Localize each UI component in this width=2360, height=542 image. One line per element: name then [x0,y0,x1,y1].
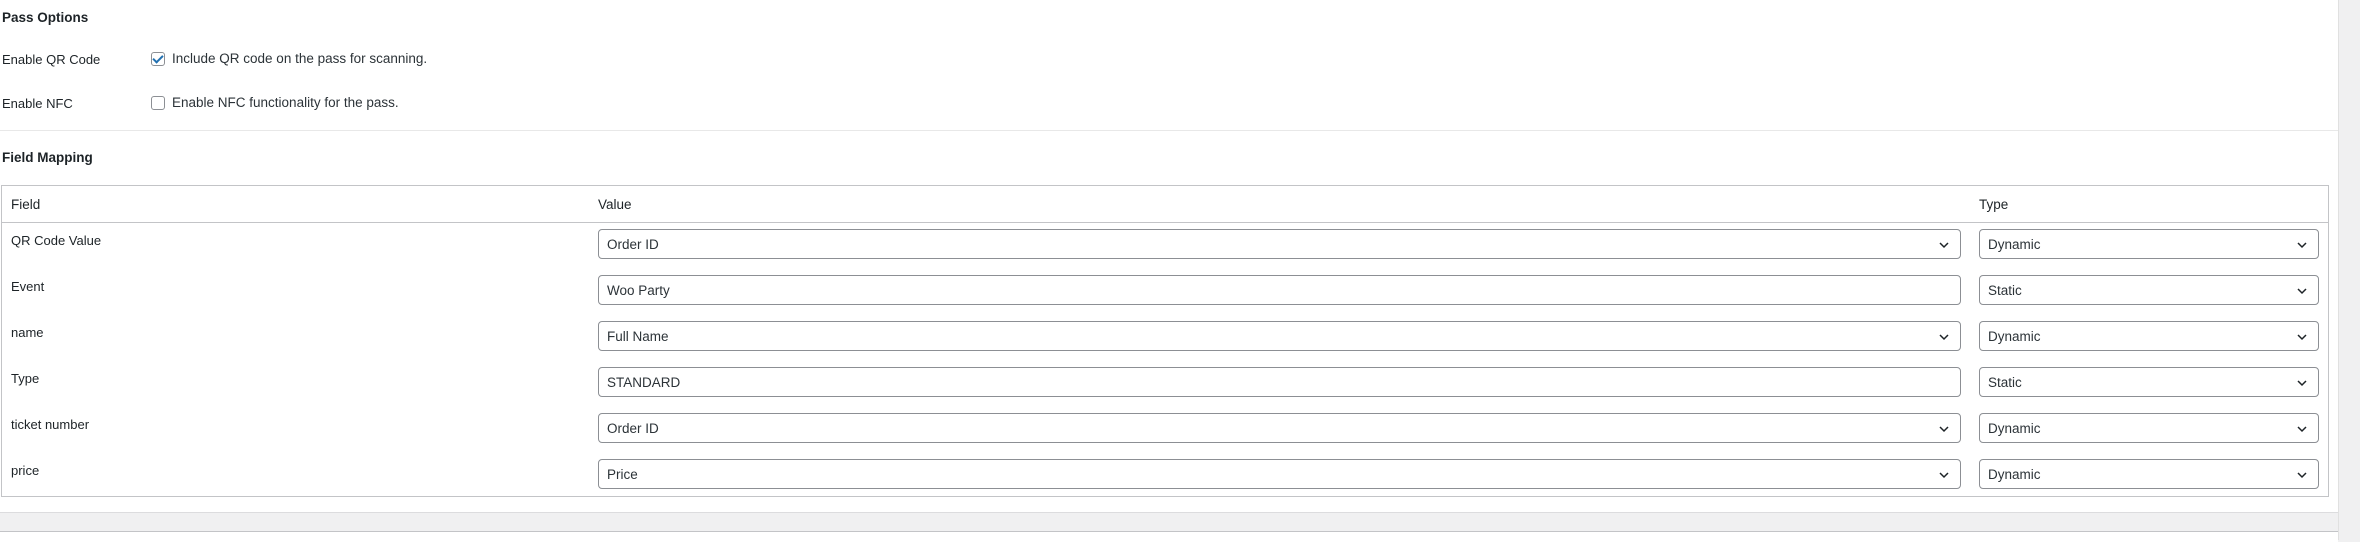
chevron-down-icon [1939,334,1949,341]
field-label-qr-code-value: QR Code Value [11,233,102,248]
value-select-text: Full Name [607,328,669,344]
chevron-down-icon [1939,242,1949,249]
field-label-type: Type [11,371,40,386]
qr-code-option[interactable]: Include QR code on the pass for scanning… [151,51,427,66]
value-select-qr-code-value[interactable]: Order ID [598,229,1961,259]
field-mapping-table: Field Value Type QR Code Value Order ID … [1,185,2329,497]
value-select-text: Order ID [607,420,659,436]
value-select-name[interactable]: Full Name [598,321,1961,351]
type-select-ticket-number[interactable]: Dynamic [1979,413,2319,443]
nfc-option[interactable]: Enable NFC functionality for the pass. [151,95,399,110]
next-panel-edge [0,531,2338,542]
qr-code-description: Include QR code on the pass for scanning… [172,51,428,66]
value-input-text: Woo Party [607,282,670,298]
nfc-checkbox[interactable] [151,95,165,110]
field-label-name: name [11,325,44,340]
type-select-qr-code-value[interactable]: Dynamic [1979,229,2319,259]
section-title-field-mapping: Field Mapping [2,150,93,165]
section-title-pass-options: Pass Options [2,10,89,25]
type-select-price[interactable]: Dynamic [1979,459,2319,489]
section-divider [0,130,2338,131]
column-header-type: Type [1979,197,2009,212]
chevron-down-icon [1939,472,1949,479]
chevron-down-icon [1939,426,1949,433]
type-select-event[interactable]: Static [1979,275,2319,305]
type-select-text: Dynamic [1988,328,2041,344]
qr-code-checkbox[interactable] [151,51,165,66]
type-select-text: Static [1988,282,2022,298]
value-input-event[interactable]: Woo Party [598,275,1961,305]
table-header-divider [2,222,2328,223]
settings-panel: Pass Options Enable QR Code Include QR c… [0,0,2338,512]
type-select-name[interactable]: Dynamic [1979,321,2319,351]
bottom-strip [0,512,2338,542]
chevron-down-icon [2297,288,2307,295]
value-select-price[interactable]: Price [598,459,1961,489]
chevron-down-icon [2297,334,2307,341]
label-enable-qr-code: Enable QR Code [2,52,101,67]
chevron-down-icon [2297,472,2307,479]
nfc-description: Enable NFC functionality for the pass. [172,95,399,110]
type-select-text: Static [1988,374,2022,390]
value-input-type[interactable]: STANDARD [598,367,1961,397]
column-header-field: Field [11,197,41,212]
chevron-down-icon [2297,242,2307,249]
scrollbar-track[interactable] [2338,0,2360,540]
value-select-ticket-number[interactable]: Order ID [598,413,1961,443]
field-label-event: Event [11,279,45,294]
type-select-text: Dynamic [1988,466,2041,482]
field-label-ticket-number: ticket number [11,417,90,432]
value-select-text: Price [607,466,638,482]
type-select-text: Dynamic [1988,236,2041,252]
chevron-down-icon [2297,426,2307,433]
field-label-price: price [11,463,40,478]
column-header-value: Value [598,197,632,212]
label-enable-nfc: Enable NFC [2,96,73,111]
type-select-type[interactable]: Static [1979,367,2319,397]
type-select-text: Dynamic [1988,420,2041,436]
value-select-text: Order ID [607,236,659,252]
value-input-text: STANDARD [607,374,681,390]
chevron-down-icon [2297,380,2307,387]
